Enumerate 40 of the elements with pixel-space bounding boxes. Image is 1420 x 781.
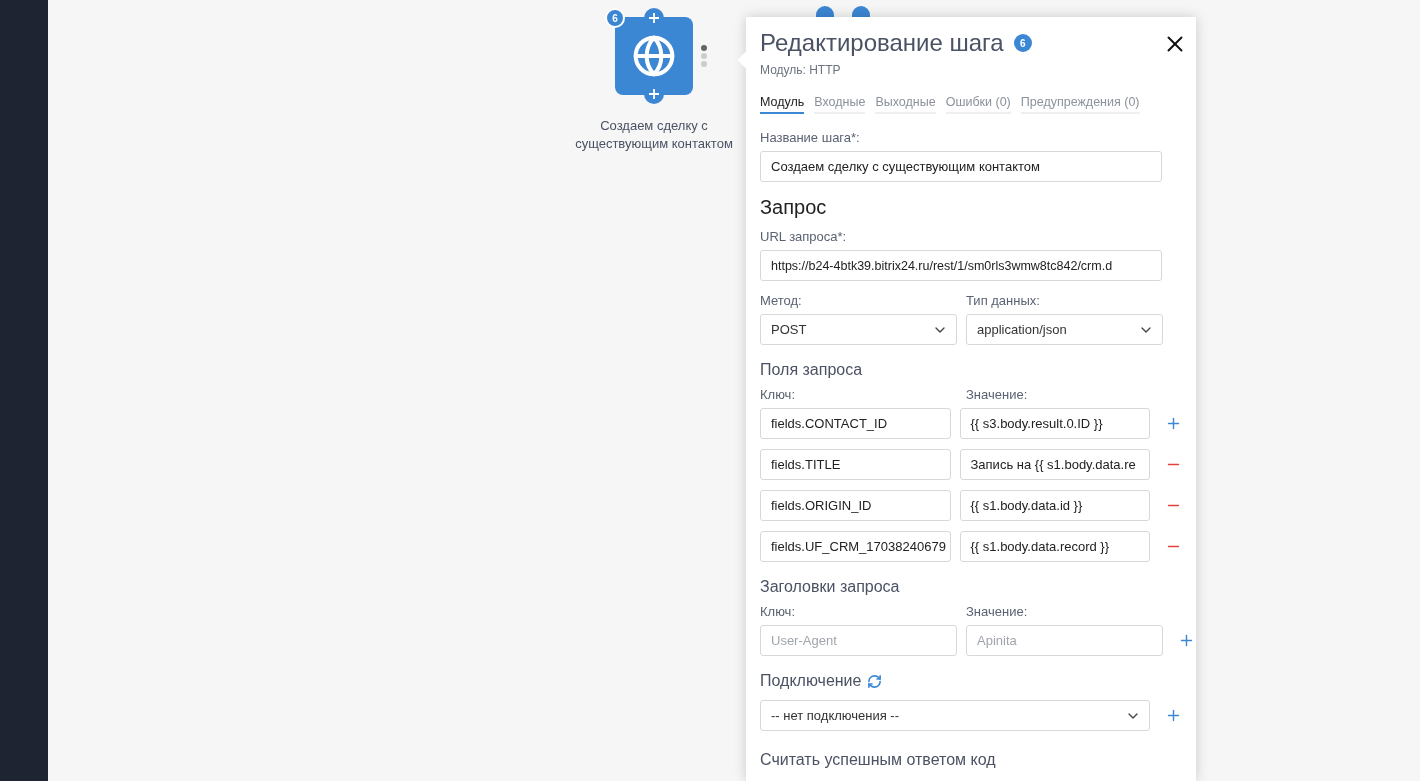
method-select[interactable]: POST <box>760 314 957 345</box>
step-name-field[interactable]: Создаем сделку с существующим контактом <box>760 151 1162 182</box>
section-heading: Заголовки запроса <box>760 578 901 596</box>
section-heading: Запрос <box>760 196 828 219</box>
header-key-field[interactable]: User-Agent <box>760 625 957 656</box>
module-subtitle: Модуль: HTTP <box>760 63 842 77</box>
header-value-field[interactable]: Apinita <box>966 625 1163 656</box>
url-field[interactable]: https://b24-4btk39.bitrix24.ru/rest/1/sm0rls3wmw8tc842/crm.d <box>760 250 1162 281</box>
node-label: Создаем сделку с существующим контактом <box>574 117 734 153</box>
section-heading: Поля запроса <box>760 361 864 379</box>
tab[interactable]: Модуль <box>760 95 805 114</box>
data-type-select[interactable]: application/json <box>966 314 1163 345</box>
value-field[interactable]: {{ s3.body.result.0.ID }} <box>959 408 1150 439</box>
field-label: Название шага*: <box>760 130 861 145</box>
step-number-badge: 6 <box>605 8 625 28</box>
section-heading: Подключение <box>760 672 862 690</box>
section-heading: Считать успешным ответом код <box>760 751 997 769</box>
key-field[interactable]: fields.ORIGIN_ID <box>760 490 951 521</box>
refresh-icon[interactable] <box>867 673 883 689</box>
panel-title: Редактирование шага <box>760 29 1004 57</box>
column-label: Значение: <box>966 387 1029 402</box>
column-label: Ключ: <box>760 387 796 402</box>
connection-select[interactable]: -- нет подключения -- <box>760 700 1150 731</box>
column-label: Ключ: <box>760 604 796 619</box>
globe-icon <box>632 34 676 78</box>
value-field[interactable]: Запись на {{ s1.body.data.re <box>959 449 1150 480</box>
plus-icon[interactable] <box>1165 415 1182 432</box>
value-field[interactable]: {{ s1.body.data.record }} <box>959 531 1150 562</box>
field-label: URL запроса*: <box>760 229 848 244</box>
key-field[interactable]: fields.CONTACT_ID <box>760 408 951 439</box>
step-number-badge: 6 <box>1013 34 1032 52</box>
column-label: Значение: <box>966 604 1029 619</box>
field-label: Метод: <box>760 293 803 308</box>
key-field[interactable]: fields.UF_CRM_17038240679 <box>760 531 951 562</box>
more-dots-icon[interactable] <box>701 45 707 67</box>
value-field[interactable]: {{ s1.body.data.id }} <box>959 490 1150 521</box>
key-field[interactable]: fields.TITLE <box>760 449 951 480</box>
plus-icon[interactable] <box>1178 632 1195 649</box>
field-label: Тип данных: <box>966 293 1041 308</box>
plus-icon[interactable] <box>1165 707 1182 724</box>
